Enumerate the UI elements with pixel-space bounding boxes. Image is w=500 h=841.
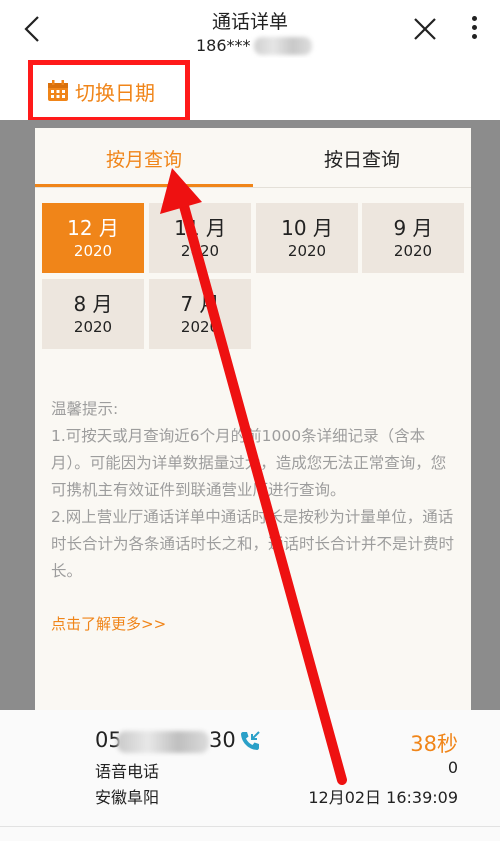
month-label: 9 月 [393,216,433,240]
year-label: 2020 [180,318,220,336]
calendar-icon [48,80,68,101]
month-label: 10 月 [281,216,333,240]
month-label: 8 月 [73,292,113,316]
tips-title: 温馨提示: [51,400,119,418]
month-option-7[interactable]: 7 月 2020 [149,279,251,349]
switch-date-label: 切换日期 [75,80,155,105]
incoming-call-icon [241,731,260,750]
tips-text: 温馨提示: 1.可按天或月查询近6个月的前1000条详细记录（含本月）。可能因为… [51,396,461,585]
switch-date-button[interactable]: 切换日期 [28,60,190,122]
divider [0,826,500,827]
phone-number-redacted [254,37,312,55]
date-picker-modal: 按月查询 按日查询 12 月 2020 11 月 2020 10 月 2020 … [35,128,471,710]
year-label: 2020 [393,242,433,260]
month-label: 12 月 [67,216,119,240]
call-location: 安徽阜阳 [95,788,160,807]
call-fee: 0 [447,758,458,777]
more-vertical-icon[interactable] [464,14,484,44]
month-option-10[interactable]: 10 月 2020 [256,203,358,273]
query-tabs: 按月查询 按日查询 [35,128,471,188]
year-label: 2020 [287,242,327,260]
call-duration: 38秒 [410,732,458,756]
learn-more-link[interactable]: 点击了解更多>> [51,613,166,634]
month-label: 7 月 [180,292,220,316]
phone-number: 186*** [196,36,251,55]
call-number-end: 30 [209,728,236,752]
call-datetime: 12月02日 16:39:09 [308,788,458,807]
year-label: 2020 [73,318,113,336]
active-tab-indicator [35,184,253,187]
tips-item-2: 2.网上营业厅通话详单中通话时长是按秒为计量单位，通话时长合计为各条通话时长之和… [51,508,455,580]
tab-by-day[interactable]: 按日查询 [253,128,471,188]
month-option-9[interactable]: 9 月 2020 [362,203,464,273]
tips-item-1: 1.可按天或月查询近6个月的前1000条详细记录（含本月）。可能因为详单数据量过… [51,427,447,499]
top-bar: 通话详单 186*** [0,0,500,58]
close-icon[interactable] [410,14,440,44]
year-label: 2020 [73,242,113,260]
month-option-11[interactable]: 11 月 2020 [149,203,251,273]
month-option-8[interactable]: 8 月 2020 [42,279,144,349]
month-option-12[interactable]: 12 月 2020 [42,203,144,273]
year-label: 2020 [180,242,220,260]
call-number-redacted [117,731,209,753]
month-label: 11 月 [174,216,226,240]
call-type: 语音电话 [95,762,160,781]
tab-by-month[interactable]: 按月查询 [35,128,253,188]
